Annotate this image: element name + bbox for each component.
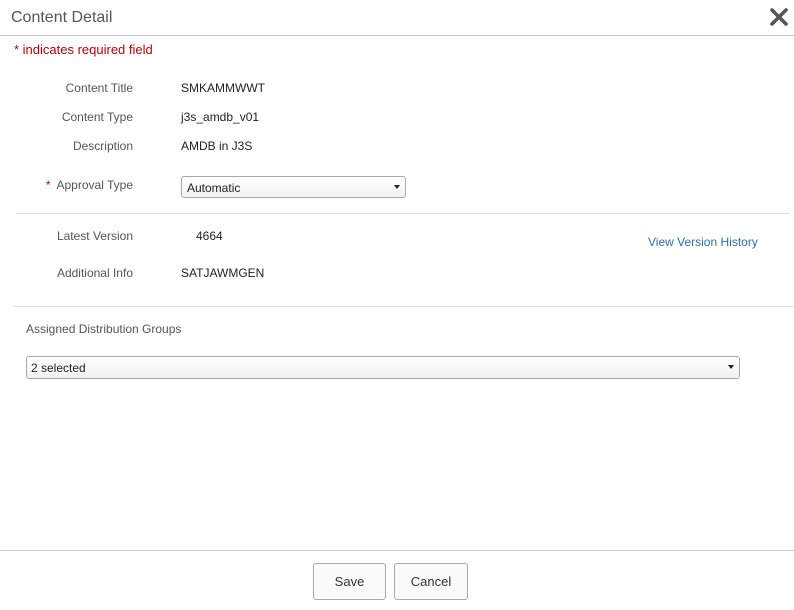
content-title-label: Content Title <box>65 81 133 95</box>
dialog-header: Content Detail <box>0 0 794 36</box>
latest-version-label: Latest Version <box>56 229 133 243</box>
save-button[interactable]: Save <box>313 563 386 600</box>
latest-version-value: 4664 <box>196 229 223 243</box>
distribution-groups-multiselect[interactable]: 2 selected <box>26 356 740 379</box>
additional-info-value: SATJAWMGEN <box>181 266 265 280</box>
section-divider <box>16 213 790 214</box>
distribution-groups-selected-value: 2 selected <box>31 361 86 375</box>
approval-type-label: * Approval Type <box>13 178 133 192</box>
close-icon[interactable] <box>768 6 790 28</box>
approval-type-selected-value: Automatic <box>187 181 241 195</box>
approval-type-select[interactable]: Automatic <box>181 176 406 198</box>
approval-type-label-text: Approval Type <box>56 178 134 192</box>
assigned-distribution-groups-label: Assigned Distribution Groups <box>26 322 182 336</box>
chevron-down-icon <box>394 185 400 189</box>
footer-divider <box>0 550 794 551</box>
view-version-history-link[interactable]: View Version History <box>648 235 758 249</box>
content-type-value: j3s_amdb_v01 <box>181 110 260 124</box>
content-detail-dialog: Content Detail * indicates required fiel… <box>0 0 794 610</box>
chevron-down-icon <box>728 365 734 369</box>
additional-info-label: Additional Info <box>56 266 133 280</box>
content-type-label: Content Type <box>61 110 133 124</box>
description-value: AMDB in J3S <box>181 139 253 153</box>
content-title-value: SMKAMMWWT <box>181 81 265 95</box>
section-divider <box>14 306 794 307</box>
dialog-title: Content Detail <box>11 9 113 26</box>
required-marker: * <box>45 178 51 192</box>
required-field-note: * indicates required field <box>14 42 153 57</box>
cancel-button[interactable]: Cancel <box>394 563 468 600</box>
description-label: Description <box>72 139 133 153</box>
